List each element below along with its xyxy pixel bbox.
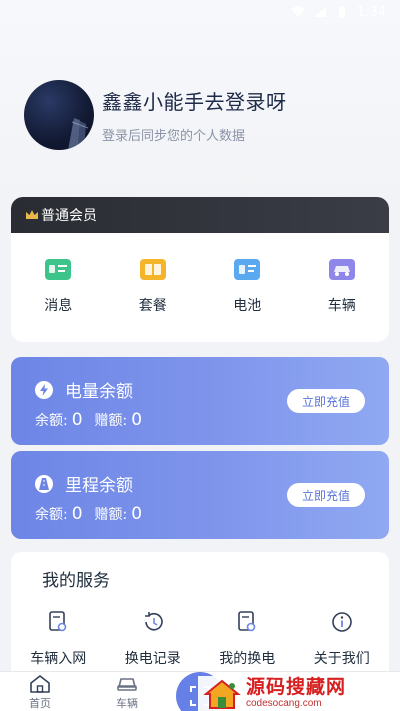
avatar-image xyxy=(68,118,89,150)
member-item-label: 车辆 xyxy=(327,298,356,314)
service-about-us[interactable]: 关于我们 xyxy=(302,610,382,668)
member-card: 普通会员 消息 套餐 电池 车辆 xyxy=(11,197,389,342)
service-swap-history[interactable]: 换电记录 xyxy=(113,610,193,668)
member-title: 普通会员 xyxy=(41,208,97,224)
history-icon xyxy=(144,612,163,631)
gift-value: 0 xyxy=(131,410,143,430)
crown-icon xyxy=(25,209,39,221)
member-item-label: 消息 xyxy=(44,298,73,314)
nav-label: 首页 xyxy=(29,697,51,710)
service-vehicle-register[interactable]: 车辆入网 xyxy=(18,610,98,668)
watermark-main: 源码搜藏网 xyxy=(246,676,347,698)
gift-label: 赠额: xyxy=(94,413,128,429)
nav-home[interactable]: 首页 xyxy=(15,674,65,711)
package-icon xyxy=(139,259,166,280)
power-balance-card[interactable]: 电量余额 余额: 0 赠额: 0 立即充值 xyxy=(11,357,389,445)
profile-subtitle: 登录后同步您的个人数据 xyxy=(102,129,246,144)
balance-value: 0 xyxy=(71,410,83,430)
battery-status-icon xyxy=(338,6,345,18)
vehicle-icon xyxy=(328,259,355,280)
info-icon xyxy=(331,612,352,632)
vehicle-register-icon xyxy=(49,611,67,632)
services-title: 我的服务 xyxy=(42,571,110,591)
balance-label: 余额: xyxy=(35,413,68,429)
status-bar: 1:34 xyxy=(0,0,400,24)
watermark-sub: codesocang.com xyxy=(246,698,322,709)
balance-label: 余额: xyxy=(35,507,68,523)
lightning-icon xyxy=(35,380,53,399)
home-icon xyxy=(30,675,50,693)
wifi-icon xyxy=(290,6,305,17)
member-item-vehicle[interactable]: 车辆 xyxy=(302,257,382,315)
service-label: 车辆入网 xyxy=(30,651,87,667)
road-icon xyxy=(35,474,53,493)
battery-icon xyxy=(234,259,261,280)
profile-name[interactable]: 鑫鑫小能手去登录呀 xyxy=(102,86,287,115)
status-time: 1:34 xyxy=(356,4,386,20)
avatar[interactable] xyxy=(24,80,94,150)
mileage-balance-card[interactable]: 里程余额 余额: 0 赠额: 0 立即充值 xyxy=(11,451,389,539)
gift-label: 赠额: xyxy=(94,507,128,523)
house-logo-icon xyxy=(203,679,241,709)
recharge-button[interactable]: 立即充值 xyxy=(287,483,365,507)
service-label: 换电记录 xyxy=(124,651,181,667)
message-icon xyxy=(45,259,72,280)
member-header: 普通会员 xyxy=(11,197,389,233)
member-item-label: 套餐 xyxy=(138,298,167,314)
nav-car[interactable]: 车辆 xyxy=(102,674,152,711)
member-item-label: 电池 xyxy=(233,298,262,314)
member-item-battery[interactable]: 电池 xyxy=(207,257,287,315)
gift-value: 0 xyxy=(131,504,143,524)
recharge-button[interactable]: 立即充值 xyxy=(287,389,365,413)
balance-title: 里程余额 xyxy=(65,476,133,496)
watermark: 源码搜藏网 codesocang.com xyxy=(198,676,400,711)
car-icon xyxy=(117,678,137,691)
nav-label: 车辆 xyxy=(116,697,138,710)
service-label: 关于我们 xyxy=(313,651,370,667)
member-item-message[interactable]: 消息 xyxy=(18,257,98,315)
member-item-package[interactable]: 套餐 xyxy=(113,257,193,315)
service-label: 我的换电 xyxy=(219,651,276,667)
signal-icon xyxy=(313,7,326,17)
balance-value: 0 xyxy=(71,504,83,524)
services-grid: 车辆入网 换电记录 我的换电 关于我们 xyxy=(11,610,389,668)
balance-title: 电量余额 xyxy=(65,382,133,402)
service-my-swap[interactable]: 我的换电 xyxy=(207,610,287,668)
member-grid: 消息 套餐 电池 车辆 xyxy=(11,233,389,315)
swap-icon xyxy=(238,611,256,632)
profile-section[interactable]: 鑫鑫小能手去登录呀 登录后同步您的个人数据 xyxy=(24,80,287,150)
